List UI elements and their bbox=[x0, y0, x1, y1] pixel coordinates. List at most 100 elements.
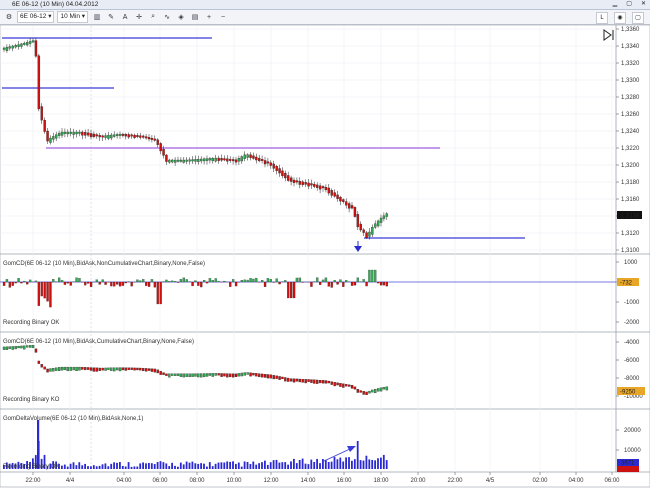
cd-bar bbox=[20, 281, 23, 284]
cum-candle bbox=[113, 367, 116, 372]
volume-bar bbox=[90, 466, 92, 469]
time-axis: 22:00 4/4 04:00 06:00 08:00 10:00 12:00 14:00 16… bbox=[25, 472, 620, 484]
volume-bar bbox=[185, 461, 188, 469]
volume-bar bbox=[319, 463, 321, 469]
cum-candle bbox=[356, 389, 360, 393]
candle-body bbox=[263, 160, 267, 165]
cd-bar bbox=[272, 281, 275, 283]
cd-noncum-axis: 10000-1000-2000 bbox=[616, 260, 640, 326]
cd-bar bbox=[75, 277, 78, 283]
candle-body bbox=[107, 135, 110, 139]
cum-candle bbox=[385, 386, 389, 391]
candle-body bbox=[316, 184, 319, 188]
cd-bar bbox=[261, 280, 264, 283]
cd-bar bbox=[150, 279, 154, 283]
volume-bar bbox=[208, 462, 211, 469]
volume-bar bbox=[229, 461, 231, 469]
candle-body bbox=[14, 45, 17, 48]
cum-candle bbox=[307, 379, 310, 382]
vol-label: 10000 bbox=[624, 448, 641, 454]
volume-bar bbox=[252, 461, 255, 469]
cd-bar bbox=[362, 279, 365, 283]
cum-candle bbox=[269, 374, 273, 379]
cd-bar bbox=[295, 277, 299, 283]
candle-body bbox=[23, 42, 26, 45]
candle-body bbox=[156, 139, 159, 145]
candle-body bbox=[144, 136, 148, 139]
cum-candle bbox=[284, 377, 287, 382]
candle-body bbox=[217, 157, 220, 161]
cum-candle bbox=[304, 379, 307, 384]
volume-bar bbox=[310, 459, 313, 469]
delta-volume-bars bbox=[3, 420, 388, 469]
cd-bar bbox=[145, 281, 148, 286]
price-label: 1,3120 bbox=[621, 231, 640, 237]
cd-bar bbox=[2, 281, 6, 286]
candle-body bbox=[214, 157, 217, 162]
candle-body bbox=[95, 134, 99, 137]
cd-bar bbox=[205, 281, 209, 284]
volume-bar bbox=[272, 460, 275, 469]
cd-bar bbox=[46, 281, 49, 302]
cum-candle bbox=[324, 380, 328, 384]
volume-bar bbox=[124, 466, 127, 469]
play-icon[interactable] bbox=[603, 29, 614, 41]
candle-body bbox=[371, 227, 374, 235]
volume-bar bbox=[240, 466, 243, 469]
cum-candle bbox=[84, 367, 87, 371]
vol-label: 20000 bbox=[624, 428, 641, 434]
candle-body bbox=[98, 135, 101, 138]
volume-bar bbox=[145, 463, 147, 469]
candle-body bbox=[11, 45, 14, 49]
volume-spike-bar bbox=[37, 420, 40, 469]
cum-candle bbox=[365, 391, 368, 396]
volume-bar bbox=[348, 457, 350, 469]
cum-candle bbox=[211, 373, 215, 377]
cd-bar bbox=[321, 279, 325, 283]
cd-cum-candles bbox=[2, 344, 389, 396]
cd-bar bbox=[14, 281, 17, 284]
price-label: 1,3100 bbox=[621, 248, 640, 254]
cd-bar bbox=[197, 281, 200, 286]
candle-body bbox=[356, 214, 360, 228]
time-label: 10:00 bbox=[226, 478, 242, 484]
cd-bar bbox=[159, 281, 162, 305]
cd-bar bbox=[147, 281, 151, 287]
volume-bar bbox=[121, 465, 124, 469]
candle-body bbox=[66, 131, 70, 135]
cum-candle bbox=[217, 373, 220, 376]
candle-body bbox=[234, 159, 238, 163]
cum-candle bbox=[339, 383, 342, 387]
candle-body bbox=[89, 133, 93, 138]
candle-body bbox=[162, 149, 165, 156]
cd-bar bbox=[232, 279, 235, 283]
cum-candle bbox=[179, 373, 183, 377]
candle-body bbox=[110, 134, 113, 139]
cd-bar bbox=[275, 278, 278, 283]
volume-bar bbox=[78, 462, 81, 469]
cum-candle bbox=[246, 372, 249, 375]
volume-bar bbox=[127, 462, 130, 469]
candle-body bbox=[229, 158, 232, 161]
time-label: 22:00 bbox=[447, 478, 463, 484]
time-label: 08:00 bbox=[189, 478, 205, 484]
candle-body bbox=[159, 143, 162, 152]
cum-candle bbox=[313, 379, 316, 384]
candle-body bbox=[347, 203, 351, 209]
cum-candle bbox=[168, 373, 171, 378]
cum-candle bbox=[66, 366, 70, 372]
cd-bar bbox=[211, 280, 215, 283]
cd-bar bbox=[240, 280, 244, 283]
cum-candle bbox=[127, 367, 130, 370]
cum-candle bbox=[26, 345, 29, 348]
volume-bar bbox=[351, 460, 353, 469]
price-label: 1,3300 bbox=[621, 78, 640, 84]
candle-body bbox=[353, 207, 357, 217]
volume-bar bbox=[191, 461, 194, 469]
cd-bar bbox=[290, 281, 293, 299]
candle-body bbox=[147, 137, 151, 140]
candle-body bbox=[52, 136, 55, 140]
volume-bar bbox=[264, 460, 266, 469]
chart-canvas[interactable]: 1,3360 1,3340 1,3320 1,3300 1,3280 1,3260 1,32… bbox=[0, 0, 650, 488]
volume-bar bbox=[237, 462, 240, 469]
